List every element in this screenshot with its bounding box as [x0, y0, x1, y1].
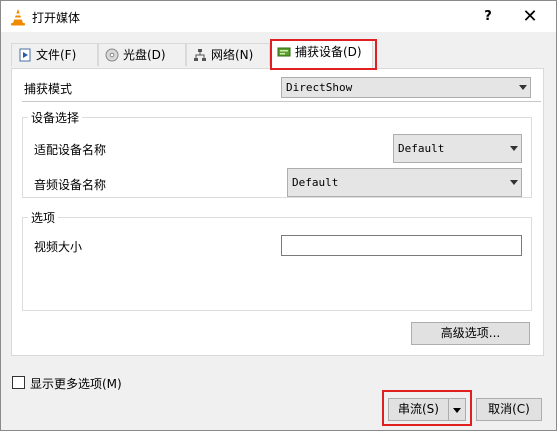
capture-mode-label: 捕获模式: [24, 82, 73, 96]
options-title: 选项: [28, 209, 59, 226]
mode-separator: [22, 101, 541, 102]
tab-network-label: 网络(N): [211, 48, 254, 62]
network-icon: [194, 49, 206, 61]
audio-device-label: 音频设备名称: [34, 178, 107, 192]
chevron-down-icon: [519, 85, 527, 90]
show-more-options-checkbox[interactable]: [12, 376, 25, 389]
options-group: [22, 217, 532, 311]
video-device-select[interactable]: Default: [393, 134, 522, 163]
chevron-down-icon: [510, 180, 518, 185]
stream-highlight-box: [382, 390, 472, 426]
capture-mode-value: DirectShow: [286, 81, 353, 94]
video-size-input[interactable]: [281, 235, 522, 256]
device-selection-title: 设备选择: [28, 109, 83, 126]
audio-device-select[interactable]: Default: [287, 168, 522, 197]
cancel-button[interactable]: 取消(C): [476, 398, 542, 421]
disc-icon: [105, 48, 119, 62]
window-title: 打开媒体: [32, 11, 81, 25]
tab-disc-label: 光盘(D): [123, 48, 166, 62]
capture-mode-select[interactable]: DirectShow: [281, 77, 531, 98]
tab-highlight-box: [270, 39, 377, 70]
chevron-down-icon: [510, 146, 518, 151]
tab-network[interactable]: 网络(N): [186, 43, 270, 66]
tab-file[interactable]: 文件(F): [11, 43, 98, 66]
video-device-value: Default: [398, 142, 445, 155]
show-more-options-label[interactable]: 显示更多选项(M): [30, 375, 122, 392]
video-device-label: 适配设备名称: [34, 143, 107, 157]
advanced-options-button[interactable]: 高级选项...: [411, 322, 530, 345]
open-media-dialog: 打开媒体 ? ✕ 文件(F) 光盘(D) 网络(N) 捕获设备(D) 捕获模式 …: [0, 0, 557, 431]
capture-panel: 捕获模式 DirectShow 设备选择 适配设备名称 Default 音频设备…: [11, 68, 544, 356]
tab-file-label: 文件(F): [36, 48, 77, 62]
file-icon: [19, 48, 31, 62]
vlc-cone-icon: [11, 9, 25, 26]
video-size-label: 视频大小: [34, 240, 83, 254]
title-bar: 打开媒体 ? ✕: [1, 1, 556, 32]
audio-device-value: Default: [292, 176, 339, 189]
close-button[interactable]: ✕: [510, 1, 550, 32]
tab-disc[interactable]: 光盘(D): [98, 43, 186, 66]
help-button[interactable]: ?: [468, 1, 508, 32]
